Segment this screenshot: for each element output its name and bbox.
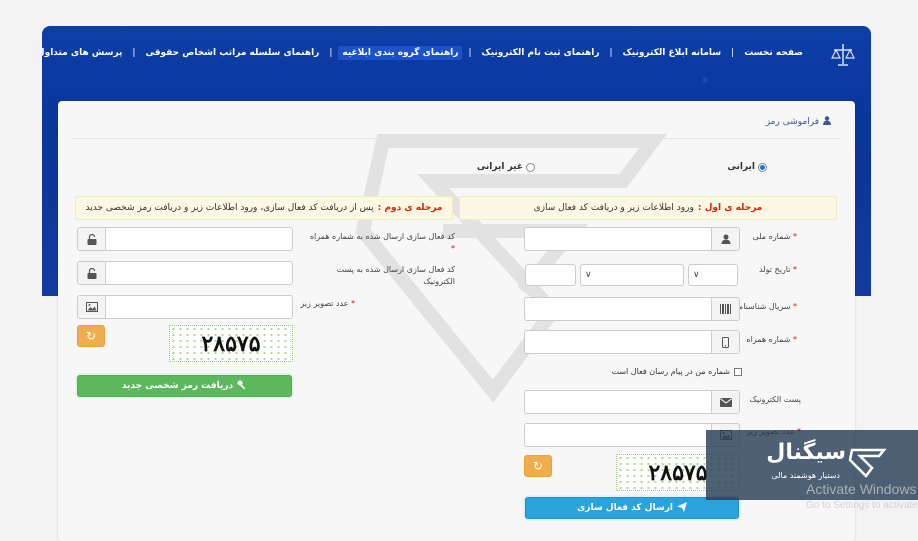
image-icon	[78, 296, 106, 318]
required-star: *	[793, 302, 797, 311]
birth-year-input[interactable]	[525, 264, 576, 286]
email-input[interactable]	[524, 390, 740, 414]
required-star: *	[793, 265, 797, 274]
top-nav: صفحه نخست | سامانه ابلاغ الکترونیک | راه…	[42, 46, 813, 60]
nav-separator: |	[329, 48, 333, 58]
nav-separator: |	[731, 48, 735, 58]
send-activation-code-button[interactable]: ارسال کد فعال سازی	[525, 497, 739, 519]
unlock-icon	[78, 228, 106, 250]
email-label-text: پست الکترونیک	[749, 395, 801, 404]
email-code-label-text: کد فعال سازی ارسال شده به پست الکترونیک	[336, 265, 455, 286]
barcode-icon	[711, 298, 739, 320]
get-new-password-label: دریافت رمز شخصی جدید	[121, 381, 234, 391]
refresh-icon: ↻	[85, 329, 97, 343]
left-refresh-captcha-button[interactable]: ↻	[77, 325, 105, 347]
mobile-code-input[interactable]	[77, 227, 293, 251]
step1-banner: مرحله ی اول : ورود اطلاعات زیر و دریافت …	[459, 196, 837, 220]
activate-windows-subtitle: Go to Settings to activate	[806, 500, 918, 511]
nav-separator: |	[609, 48, 613, 58]
right-captcha-text: ۲۸۵۷۵	[648, 459, 708, 486]
activate-windows-title: Activate Windows	[806, 481, 917, 497]
national-code-input[interactable]	[524, 227, 740, 251]
scales-logo-icon[interactable]	[831, 42, 855, 68]
left-captcha-label-text: عدد تصویر زیر	[300, 299, 349, 308]
email-code-label: کد فعال سازی ارسال شده به پست الکترونیک	[305, 264, 455, 288]
nav-legal-hierarchy-guide[interactable]: راهنمای سلسله مراتب اشخاص حقوقی	[135, 48, 329, 58]
nav-separator: |	[468, 48, 472, 58]
signal-logo-icon	[848, 448, 887, 478]
required-star: *	[451, 244, 455, 253]
radio-non-iranian-label: غیر ایرانی	[476, 162, 523, 172]
required-star: *	[351, 299, 355, 308]
step2-prefix: مرحله ی دوم :	[377, 203, 443, 213]
messenger-checkbox[interactable]	[734, 367, 742, 376]
left-captcha-input[interactable]	[77, 295, 293, 319]
left-captcha-image: ۲۸۵۷۵	[169, 325, 293, 362]
user-icon	[711, 228, 739, 250]
nav-faq[interactable]: پرسش های متداول	[42, 48, 132, 58]
card-title-text: فراموشی رمز	[765, 117, 819, 127]
envelope-icon	[711, 391, 739, 413]
required-star: *	[793, 232, 797, 241]
step1-text: ورود اطلاعات زیر و دریافت کد فعال سازی	[533, 203, 694, 213]
left-captcha-text: ۲۸۵۷۵	[201, 330, 261, 357]
required-star: *	[793, 335, 797, 344]
step2-banner: مرحله ی دوم : پس از دریافت کد فعال سازی،…	[75, 196, 453, 220]
mobile-code-label: کد فعال سازی ارسال شده به شماره همراه *	[305, 231, 455, 255]
email-code-input[interactable]	[77, 261, 293, 285]
send-activation-code-label: ارسال کد فعال سازی	[577, 503, 673, 513]
messenger-checkbox-label: شماره من در پیام رسان فعال است	[611, 367, 730, 376]
mobile-code-label-text: کد فعال سازی ارسال شده به شماره همراه	[309, 232, 455, 241]
nav-home[interactable]: صفحه نخست	[734, 48, 813, 58]
radio-iranian-input[interactable]	[758, 162, 767, 172]
card-title: فراموشی رمز	[766, 116, 831, 128]
mobile-input[interactable]	[524, 330, 740, 354]
id-serial-label-text: سریال شناسنامه	[734, 302, 791, 311]
chevron-down-icon: ∨	[693, 270, 700, 280]
nav-separator: |	[132, 48, 136, 58]
birth-date-label-text: تاریخ تولد	[758, 265, 791, 274]
id-serial-input[interactable]	[524, 297, 740, 321]
nav-registration-guide[interactable]: راهنمای ثبت نام الکترونیک	[472, 48, 610, 58]
step2-text: پس از دریافت کد فعال سازی، ورود اطلاعات …	[85, 203, 374, 213]
right-refresh-captcha-button[interactable]: ↻	[524, 455, 552, 477]
paper-plane-icon	[676, 501, 687, 515]
national-code-label-text: شماره ملی	[752, 232, 791, 241]
mobile-phone-icon	[711, 331, 739, 353]
key-icon	[237, 380, 247, 393]
refresh-icon: ↻	[532, 459, 544, 473]
chevron-down-icon: ∨	[585, 270, 592, 280]
radio-non-iranian[interactable]: غیر ایرانی	[477, 162, 535, 172]
signal-tagline: دستیار هوشمند مالی	[771, 471, 840, 480]
birth-month-select[interactable]: ∨	[580, 264, 684, 286]
messenger-checkbox-row[interactable]: شماره من در پیام رسان فعال است	[611, 367, 742, 376]
unlock-icon	[78, 262, 106, 284]
step1-prefix: مرحله ی اول :	[697, 203, 763, 213]
title-divider	[72, 138, 841, 139]
user-icon	[823, 116, 831, 128]
get-new-password-button[interactable]: دریافت رمز شخصی جدید	[77, 375, 292, 397]
birth-day-select[interactable]: ∨	[688, 264, 738, 286]
nav-grouping-guide[interactable]: راهنمای گروه بندی ابلاغیه	[338, 46, 463, 60]
nav-e-notice-system[interactable]: سامانه ابلاغ الکترونیک	[613, 48, 732, 58]
radio-iranian-label: ایرانی	[727, 162, 755, 172]
radio-non-iranian-input[interactable]	[526, 162, 535, 172]
radio-iranian[interactable]: ایرانی	[727, 162, 767, 172]
signal-brand-text: سیگنال	[766, 440, 846, 465]
mobile-label-text: شماره همراه	[746, 335, 791, 344]
